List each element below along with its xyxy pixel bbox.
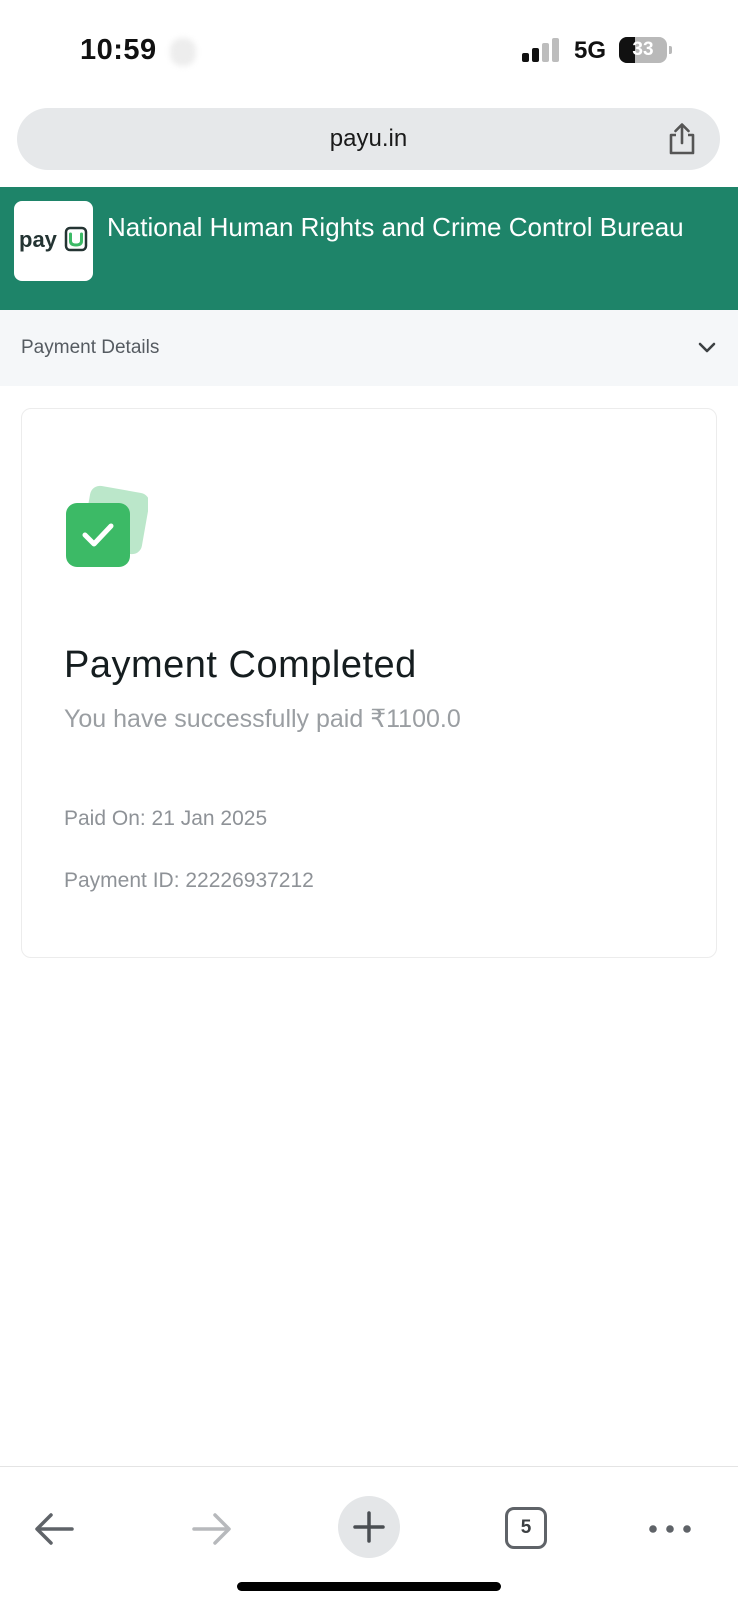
paid-on-text: Paid On: 21 Jan 2025 <box>64 807 268 830</box>
forward-arrow-icon[interactable] <box>182 1499 242 1559</box>
url-text: payu.in <box>329 125 408 152</box>
page: 10:59 5G 33 payu.in pay National Human R… <box>0 0 738 1600</box>
svg-text:pay: pay <box>19 227 58 252</box>
share-icon[interactable] <box>666 122 698 156</box>
address-bar[interactable]: payu.in <box>17 108 720 170</box>
plus-icon <box>353 1511 385 1543</box>
status-blur <box>170 38 196 66</box>
payment-details-toggle[interactable]: Payment Details <box>0 310 738 386</box>
browser-toolbar: 5 <box>0 1466 738 1600</box>
more-dots-icon[interactable] <box>640 1499 700 1559</box>
signal-icon <box>522 38 562 62</box>
payment-status-card: Payment Completed You have successfully … <box>21 408 717 958</box>
battery-level: 33 <box>632 39 654 60</box>
payment-amount-text: You have successfully paid ₹1100.0 <box>64 705 461 733</box>
payu-logo: pay <box>14 201 93 281</box>
home-indicator <box>237 1582 501 1591</box>
new-tab-button[interactable] <box>338 1496 400 1558</box>
check-badge-icon <box>64 485 150 569</box>
battery-icon: 33 <box>619 37 672 63</box>
payment-id-text: Payment ID: 22226937212 <box>64 869 314 892</box>
chevron-down-icon[interactable] <box>698 340 716 356</box>
payment-title: Payment Completed <box>64 644 417 686</box>
network-label: 5G <box>574 37 607 64</box>
tabs-count-button[interactable]: 5 <box>505 1507 547 1549</box>
back-arrow-icon[interactable] <box>24 1499 84 1559</box>
merchant-name: National Human Rights and Crime Control … <box>107 212 684 242</box>
status-bar: 10:59 5G 33 <box>0 0 738 100</box>
merchant-header: pay National Human Rights and Crime Cont… <box>0 187 738 310</box>
status-time: 10:59 <box>80 34 157 66</box>
payment-details-label: Payment Details <box>21 337 160 358</box>
